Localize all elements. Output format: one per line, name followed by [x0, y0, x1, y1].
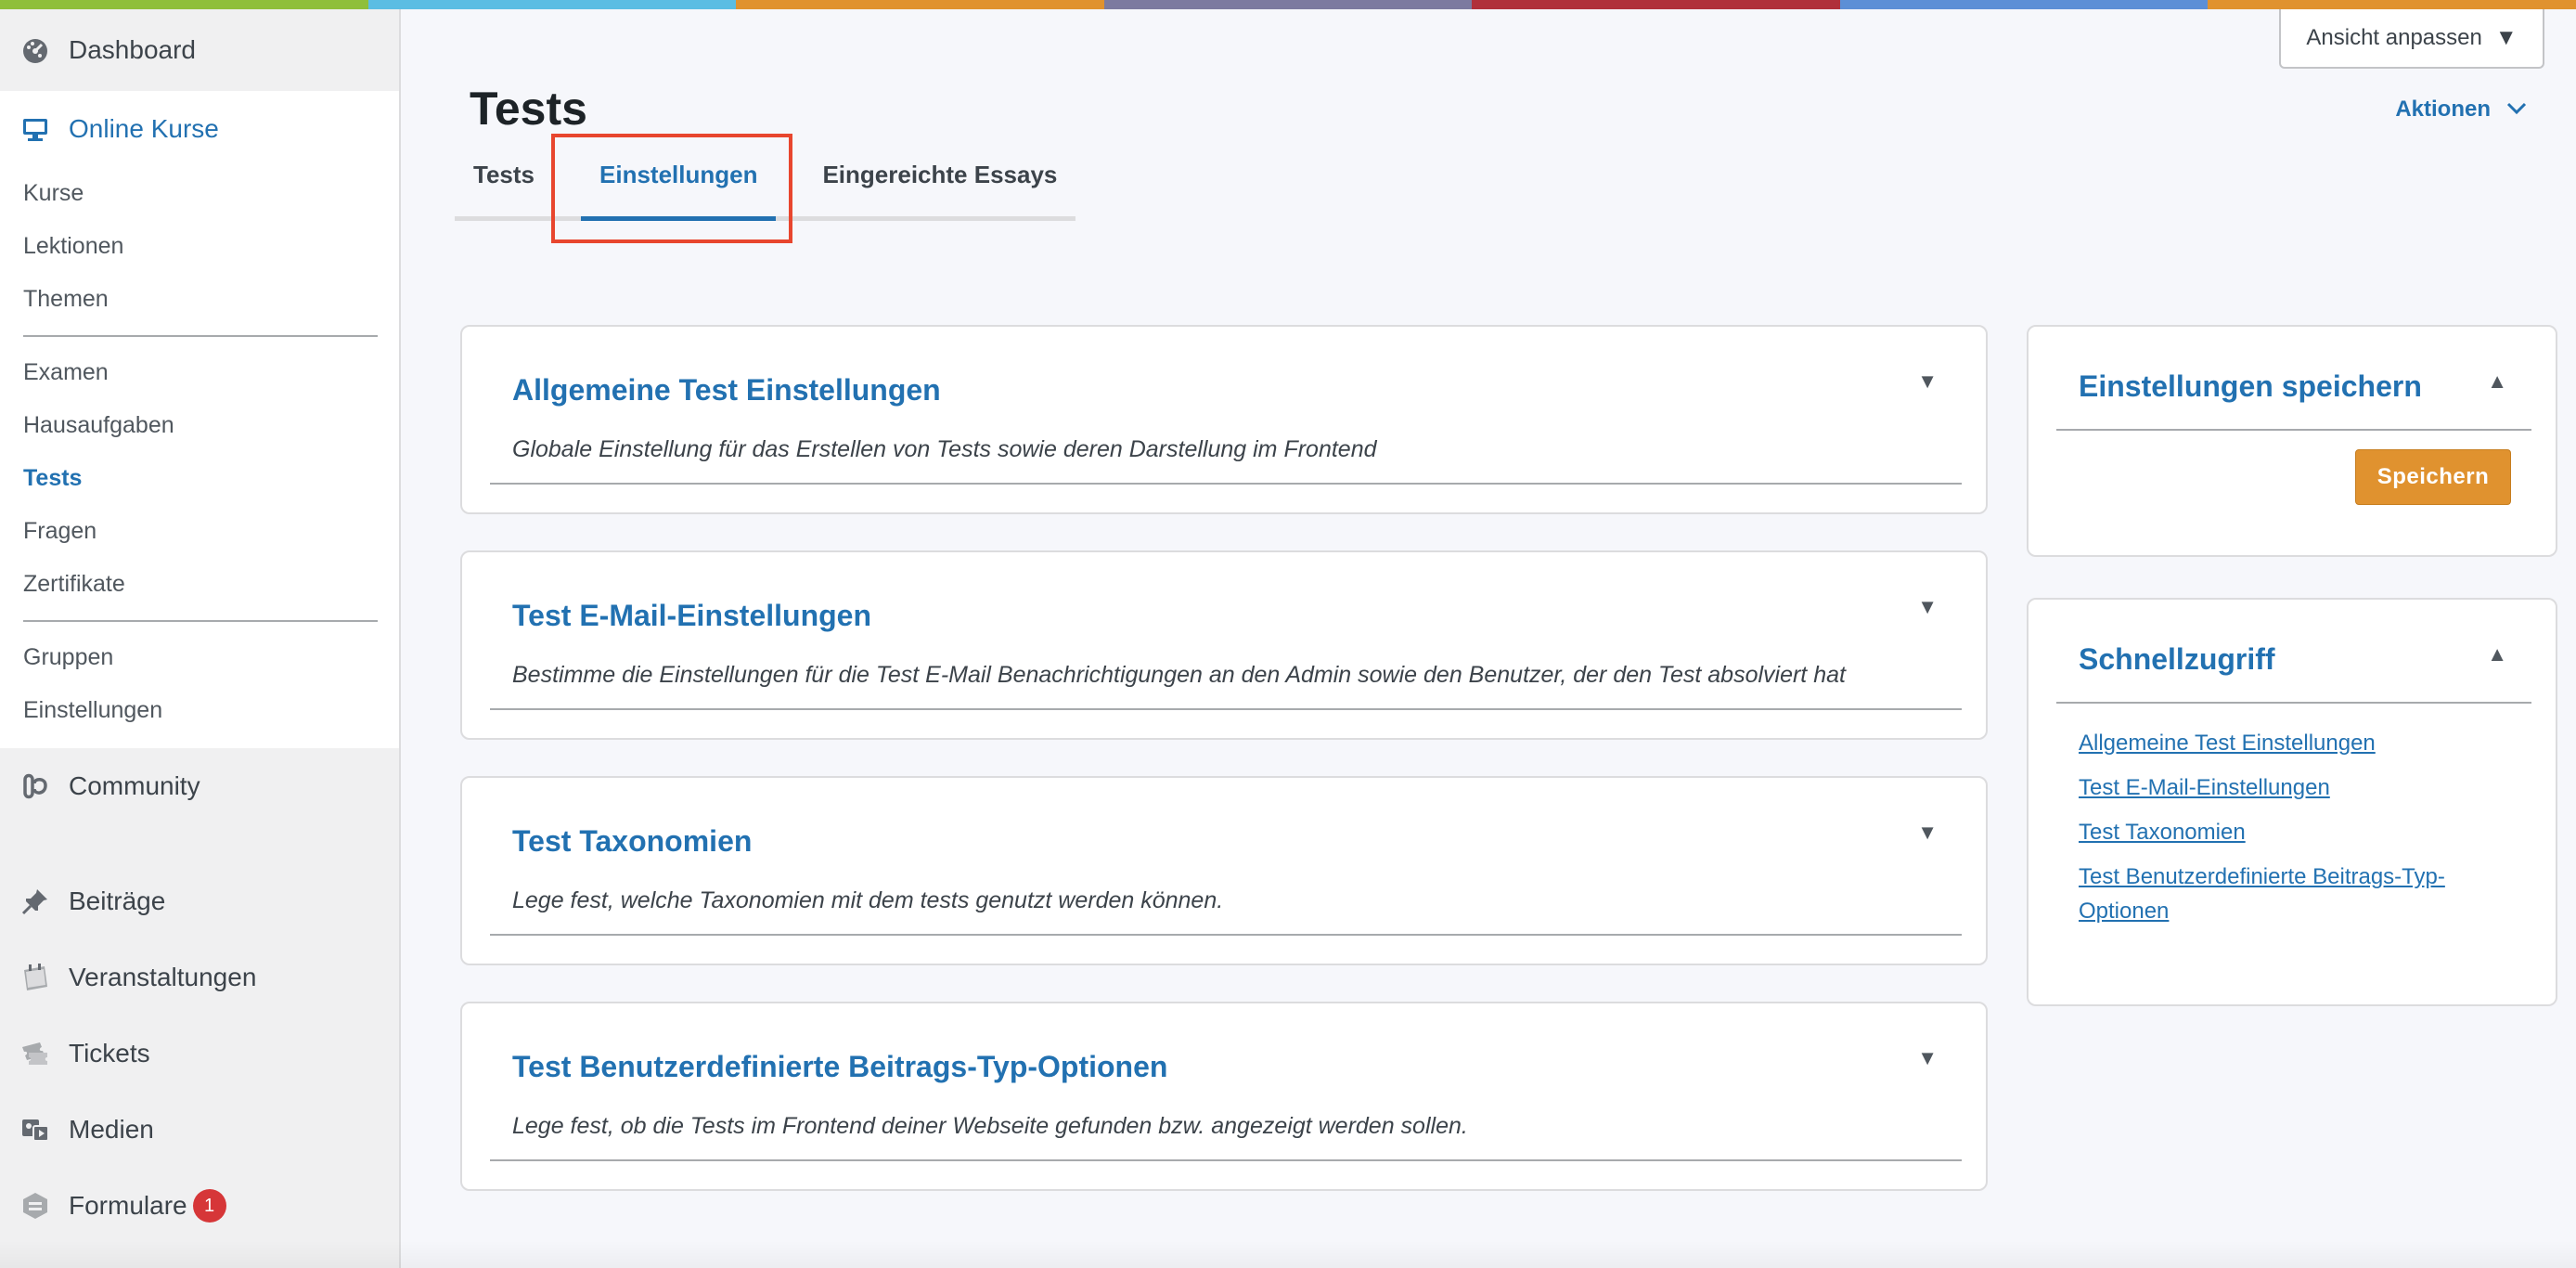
actions-label: Aktionen	[2395, 97, 2491, 122]
sidebar-item-veranstaltungen[interactable]: Veranstaltungen	[0, 939, 399, 1016]
sidebar-item-formulare[interactable]: Formulare 1	[0, 1168, 399, 1244]
quick-link-custom-post-type[interactable]: Test Benutzerdefinierte Beitrags-Typ-Opt…	[2079, 860, 2515, 928]
stripe-segment	[0, 0, 368, 9]
caret-down-icon: ▼	[2494, 25, 2518, 50]
section-title[interactable]: Allgemeine Test Einstellungen	[512, 373, 941, 408]
sidebar-subitem-tests[interactable]: Tests	[0, 452, 399, 505]
sidebar-item-tickets[interactable]: Tickets	[0, 1016, 399, 1092]
sidebar-divider	[23, 335, 378, 337]
media-icon	[19, 1113, 52, 1146]
sidebar-item-label: Formulare	[69, 1191, 187, 1220]
sidebar-item-beitraege[interactable]: Beiträge	[0, 863, 399, 939]
bottom-shadow	[0, 1240, 2576, 1268]
section-description: Bestimme die Einstellungen für die Test …	[512, 662, 1846, 688]
box-divider	[2056, 702, 2531, 704]
screen-options-label: Ansicht anpassen	[2306, 25, 2482, 50]
actions-dropdown[interactable]: Aktionen	[2395, 97, 2528, 123]
section-card-allgemeine[interactable]: Allgemeine Test Einstellungen ▼ Globale …	[460, 325, 1988, 514]
toggle-up-icon[interactable]: ▲	[2487, 369, 2507, 394]
toggle-down-icon[interactable]: ▼	[1917, 821, 1938, 845]
stripe-segment	[1103, 0, 1473, 9]
section-card-custom-post-type[interactable]: Test Benutzerdefinierte Beitrags-Typ-Opt…	[460, 1002, 1988, 1191]
section-divider	[490, 708, 1962, 710]
ticket-icon	[19, 1037, 52, 1070]
tab-tests[interactable]: Tests	[455, 146, 553, 216]
section-divider	[490, 1159, 1962, 1161]
main-content: Ansicht anpassen ▼ Tests Aktionen Tests …	[403, 9, 2576, 1268]
chevron-down-icon	[2505, 97, 2528, 123]
save-settings-box: Einstellungen speichern ▲ Speichern	[2027, 325, 2557, 557]
toggle-down-icon[interactable]: ▼	[1917, 595, 1938, 619]
sidebar-item-label: Community	[69, 771, 200, 800]
toggle-down-icon[interactable]: ▼	[1917, 369, 1938, 394]
monitor-icon	[19, 112, 52, 146]
admin-sidebar: Dashboard Online Kurse Kurse Lektionen T…	[0, 9, 401, 1268]
stripe-segment	[736, 0, 1104, 9]
section-divider	[490, 483, 1962, 485]
quick-link-email[interactable]: Test E-Mail-Einstellungen	[2079, 770, 2515, 805]
section-title[interactable]: Test Benutzerdefinierte Beitrags-Typ-Opt…	[512, 1050, 1167, 1084]
sidebar-item-dashboard[interactable]: Dashboard	[0, 9, 399, 91]
pin-icon	[19, 885, 52, 918]
sidebar-item-medien[interactable]: Medien	[0, 1092, 399, 1168]
quick-links-list: Allgemeine Test Einstellungen Test E-Mai…	[2079, 726, 2515, 938]
sidebar-item-label: Medien	[69, 1115, 154, 1144]
sidebar-subitem-hausaufgaben[interactable]: Hausaufgaben	[0, 399, 399, 452]
sidebar-subitem-lektionen[interactable]: Lektionen	[0, 220, 399, 273]
section-description: Globale Einstellung für das Erstellen vo…	[512, 436, 1377, 462]
tab-eingereichte-essays[interactable]: Eingereichte Essays	[804, 146, 1075, 216]
section-title[interactable]: Test Taxonomien	[512, 824, 752, 859]
sidebar-subitem-zertifikate[interactable]: Zertifikate	[0, 558, 399, 611]
box-divider	[2056, 429, 2531, 431]
stripe-segment	[1472, 0, 1840, 9]
section-card-email[interactable]: Test E-Mail-Einstellungen ▼ Bestimme die…	[460, 550, 1988, 740]
notification-badge: 1	[192, 1189, 226, 1223]
sidebar-item-label: Tickets	[69, 1039, 150, 1067]
sidebar-subitem-themen[interactable]: Themen	[0, 273, 399, 326]
toggle-down-icon[interactable]: ▼	[1917, 1046, 1938, 1070]
sidebar-item-label: Beiträge	[69, 886, 166, 915]
quick-access-box: Schnellzugriff ▲ Allgemeine Test Einstel…	[2027, 598, 2557, 1006]
save-box-title: Einstellungen speichern	[2079, 369, 2422, 403]
top-color-stripe	[0, 0, 2576, 9]
sidebar-subitem-fragen[interactable]: Fragen	[0, 505, 399, 558]
community-icon	[19, 770, 52, 803]
calendar-icon	[19, 961, 52, 994]
section-title[interactable]: Test E-Mail-Einstellungen	[512, 599, 871, 633]
quick-access-title: Schnellzugriff	[2079, 642, 2275, 676]
sidebar-subitem-examen[interactable]: Examen	[0, 346, 399, 399]
sidebar-item-community[interactable]: Community	[0, 748, 399, 824]
sidebar-subitem-einstellungen[interactable]: Einstellungen	[0, 684, 399, 737]
page-title: Tests	[470, 83, 587, 135]
section-card-taxonomien[interactable]: Test Taxonomien ▼ Lege fest, welche Taxo…	[460, 776, 1988, 965]
sidebar-subitem-gruppen[interactable]: Gruppen	[0, 631, 399, 684]
section-divider	[490, 934, 1962, 936]
section-description: Lege fest, welche Taxonomien mit dem tes…	[512, 887, 1224, 913]
stripe-segment	[1839, 0, 2209, 9]
section-description: Lege fest, ob die Tests im Frontend dein…	[512, 1113, 1468, 1139]
save-button[interactable]: Speichern	[2355, 449, 2511, 505]
quick-link-taxonomien[interactable]: Test Taxonomien	[2079, 815, 2515, 849]
highlight-annotation-box	[551, 134, 792, 243]
sidebar-subitem-kurse[interactable]: Kurse	[0, 167, 399, 220]
stripe-segment	[2208, 0, 2576, 9]
sidebar-item-label: Dashboard	[69, 35, 196, 64]
screen-options-button[interactable]: Ansicht anpassen ▼	[2279, 9, 2544, 69]
sidebar-item-label: Veranstaltungen	[69, 963, 257, 991]
toggle-up-icon[interactable]: ▲	[2487, 642, 2507, 666]
quick-link-allgemeine[interactable]: Allgemeine Test Einstellungen	[2079, 726, 2515, 760]
sidebar-divider	[23, 620, 378, 622]
dashboard-icon	[19, 33, 52, 67]
stripe-segment	[367, 0, 737, 9]
sidebar-item-label: Online Kurse	[69, 114, 219, 143]
sidebar-item-online-kurse[interactable]: Online Kurse	[0, 91, 399, 167]
forms-icon	[19, 1189, 52, 1223]
sidebar-submenu-online-kurse: Online Kurse Kurse Lektionen Themen Exam…	[0, 91, 399, 748]
